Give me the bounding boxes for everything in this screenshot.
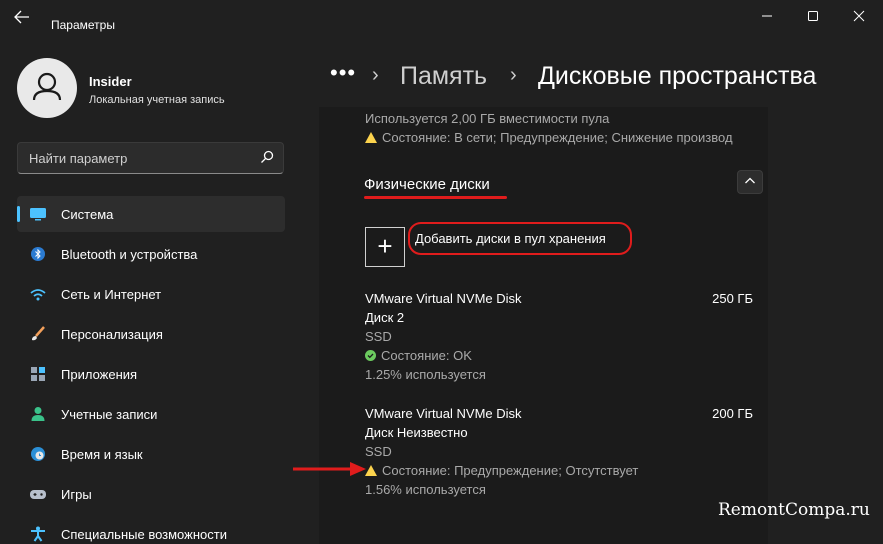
sidebar-item-system[interactable]: Система — [17, 196, 285, 232]
disk-model: VMware Virtual NVMe Disk — [365, 406, 522, 421]
back-button[interactable] — [14, 10, 34, 26]
disk-usage: 1.25% используется — [365, 367, 486, 382]
breadcrumb-separator: › — [510, 64, 517, 86]
profile-account-type: Локальная учетная запись — [89, 94, 225, 106]
pool-status-text: Состояние: В сети; Предупреждение; Сниже… — [382, 130, 733, 145]
search-icon[interactable] — [259, 149, 275, 165]
disk-model: VMware Virtual NVMe Disk — [365, 291, 522, 306]
sidebar-item-label: Сеть и Интернет — [61, 287, 162, 302]
sidebar-item-network[interactable]: Сеть и Интернет — [17, 276, 285, 312]
sidebar-item-label: Время и язык — [61, 447, 143, 462]
bluetooth-icon — [31, 247, 45, 261]
checkmark-icon — [365, 350, 376, 361]
profile-name: Insider — [89, 74, 132, 89]
breadcrumb-more-button[interactable]: ••• — [330, 60, 356, 86]
minimize-icon — [762, 15, 772, 17]
sidebar-item-bluetooth[interactable]: Bluetooth и устройства — [17, 236, 285, 272]
brush-icon — [32, 326, 45, 341]
sidebar-item-apps[interactable]: Приложения — [17, 356, 285, 392]
sidebar-item-label: Система — [61, 207, 114, 222]
add-disks-button[interactable]: + — [365, 227, 405, 267]
disk-status-text: Состояние: Предупреждение; Отсутствует — [382, 463, 639, 478]
arrow-right-icon — [293, 462, 366, 476]
app-title: Параметры — [51, 18, 115, 32]
sidebar-nav: Система Bluetooth и устройства Сеть и Ин… — [17, 196, 285, 544]
collapse-button[interactable] — [737, 170, 763, 194]
disk-size: 250 ГБ — [712, 291, 753, 306]
search-input[interactable]: Найти параметр — [17, 142, 284, 174]
monitor-icon — [30, 208, 46, 221]
breadcrumb-parent-link[interactable]: Память — [400, 62, 487, 91]
search-placeholder: Найти параметр — [29, 151, 128, 166]
warning-icon — [365, 132, 377, 143]
person-icon — [32, 72, 62, 101]
sidebar-item-gaming[interactable]: Игры — [17, 476, 285, 512]
sidebar-item-accessibility[interactable]: Специальные возможности — [17, 516, 285, 544]
person-icon — [31, 407, 45, 421]
sidebar-item-accounts[interactable]: Учетные записи — [17, 396, 285, 432]
maximize-icon — [808, 11, 818, 21]
chevron-up-icon — [745, 177, 755, 184]
disk-status-text: Состояние: OK — [381, 348, 472, 363]
sidebar-item-label: Учетные записи — [61, 407, 158, 422]
arrow-left-icon — [14, 10, 29, 24]
disk-status: Состояние: OK — [365, 348, 472, 363]
section-title: Физические диски — [364, 176, 490, 193]
maximize-button[interactable] — [798, 6, 828, 30]
sidebar-item-label: Персонализация — [61, 327, 163, 342]
disk-status: Состояние: Предупреждение; Отсутствует — [365, 463, 638, 478]
sidebar-item-label: Специальные возможности — [61, 527, 227, 542]
disk-size: 200 ГБ — [712, 406, 753, 421]
apps-icon — [31, 367, 45, 381]
sidebar-item-label: Игры — [61, 487, 92, 502]
sidebar-item-time-language[interactable]: Время и язык — [17, 436, 285, 472]
page-title: Дисковые пространства — [538, 62, 817, 90]
close-icon — [853, 10, 865, 22]
clock-globe-icon — [31, 447, 45, 461]
gamepad-icon — [30, 490, 46, 499]
disk-name: Диск 2 — [365, 310, 405, 325]
title-bar: Параметры — [0, 0, 883, 36]
breadcrumb-separator: › — [372, 64, 379, 86]
pool-capacity-text: Используется 2,00 ГБ вместимости пула — [365, 111, 610, 126]
avatar[interactable] — [17, 58, 77, 118]
sidebar-item-personalization[interactable]: Персонализация — [17, 316, 285, 352]
highlight-underline — [364, 196, 507, 199]
sidebar-item-label: Приложения — [61, 367, 138, 382]
disk-usage: 1.56% используется — [365, 482, 486, 497]
disk-type: SSD — [365, 329, 392, 344]
disk-type: SSD — [365, 444, 392, 459]
pool-status: Состояние: В сети; Предупреждение; Сниже… — [365, 130, 733, 145]
add-disks-link[interactable]: Добавить диски в пул хранения — [415, 231, 606, 246]
accessibility-icon — [31, 526, 45, 542]
storage-spaces-panel — [319, 107, 768, 544]
watermark: RemontCompa.ru — [718, 500, 870, 520]
minimize-button[interactable] — [752, 6, 782, 30]
disk-name: Диск Неизвестно — [365, 425, 468, 440]
sidebar-item-label: Bluetooth и устройства — [61, 247, 198, 262]
wifi-icon — [30, 289, 46, 301]
close-button[interactable] — [844, 6, 874, 30]
